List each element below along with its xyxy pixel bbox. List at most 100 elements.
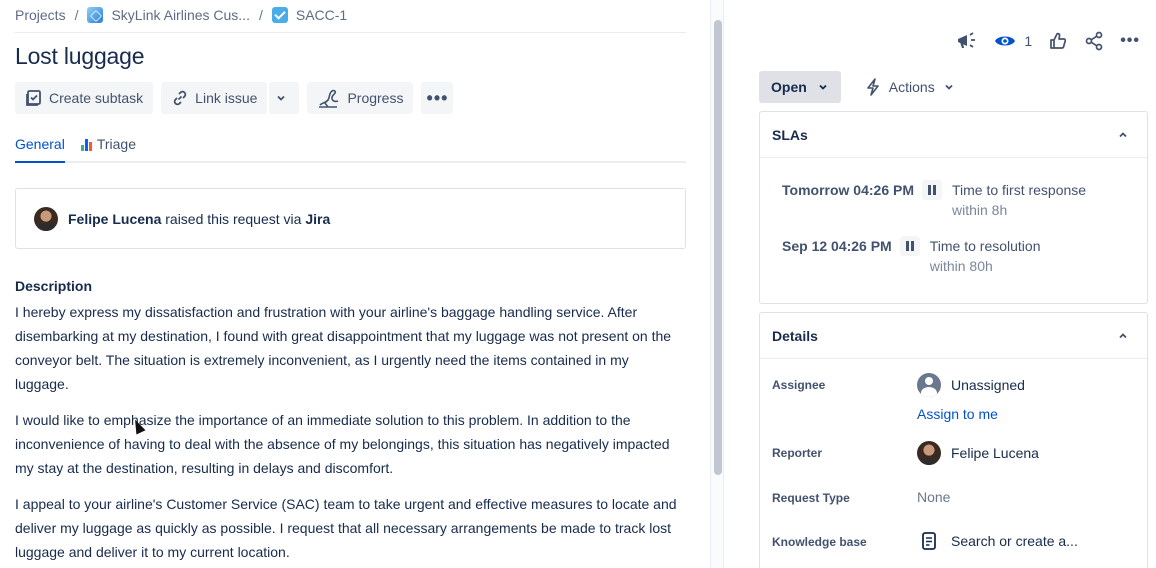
issue-main-panel: Projects / SkyLink Airlines Cus... / SAC… bbox=[0, 0, 710, 568]
sla-item: Tomorrow 04:26 PM Time to first response… bbox=[782, 180, 1086, 220]
page-title[interactable]: Lost luggage bbox=[15, 43, 145, 70]
chevron-down-icon bbox=[819, 84, 827, 90]
status-dropdown[interactable]: Open bbox=[759, 71, 841, 103]
issue-type-icon bbox=[271, 7, 288, 23]
tab-general-label: General bbox=[15, 136, 65, 152]
actions-label: Actions bbox=[888, 79, 935, 95]
reporter-name: Felipe Lucena bbox=[951, 445, 1039, 461]
main-scrollbar[interactable] bbox=[710, 0, 724, 568]
issue-sidebar: 1 ••• Open Actions SLAs Tomorrow 04:26 P… bbox=[724, 0, 1156, 568]
share-button[interactable] bbox=[1084, 31, 1104, 51]
description-heading: Description bbox=[15, 278, 93, 294]
sla-goal: Time to resolution within 80h bbox=[930, 236, 1041, 276]
breadcrumb-divider bbox=[15, 32, 686, 33]
chevron-down-icon bbox=[945, 84, 953, 90]
scrollbar-thumb[interactable] bbox=[714, 20, 722, 475]
status-row: Open Actions bbox=[759, 71, 967, 103]
breadcrumb-issue-key[interactable]: SACC-1 bbox=[296, 7, 347, 23]
chevron-up-icon bbox=[1119, 131, 1127, 137]
announce-button[interactable] bbox=[956, 31, 978, 51]
eye-icon bbox=[995, 36, 1016, 46]
breadcrumb-projects[interactable]: Projects bbox=[15, 7, 66, 23]
progress-label: Progress bbox=[347, 90, 404, 106]
request-channel: Jira bbox=[305, 210, 331, 227]
assignee-value[interactable]: Unassigned bbox=[917, 373, 1025, 397]
request-type-label: Request Type bbox=[772, 491, 850, 505]
bar-chart-icon bbox=[80, 139, 92, 151]
lightning-icon bbox=[866, 78, 879, 96]
assignee-name: Unassigned bbox=[951, 377, 1025, 393]
sla-goal-name: Time to resolution bbox=[929, 238, 1041, 254]
tab-general[interactable]: General bbox=[15, 136, 65, 163]
link-icon bbox=[173, 90, 187, 106]
description-paragraph: I appeal to your airline's Customer Serv… bbox=[15, 496, 677, 560]
pause-icon bbox=[922, 180, 942, 200]
breadcrumb-separator: / bbox=[74, 7, 79, 23]
assign-to-me-link[interactable]: Assign to me bbox=[917, 406, 998, 422]
breadcrumb-separator: / bbox=[258, 7, 263, 23]
unassigned-avatar-icon bbox=[917, 373, 941, 397]
tab-triage[interactable]: Triage bbox=[80, 136, 136, 163]
watchers-count: 1 bbox=[1024, 33, 1033, 49]
watch-button[interactable]: 1 bbox=[994, 33, 1032, 49]
more-options-button[interactable]: ••• bbox=[1120, 32, 1140, 50]
megaphone-icon bbox=[958, 32, 976, 48]
actions-dropdown[interactable]: Actions bbox=[853, 71, 967, 103]
sla-goal-name: Time to first response bbox=[952, 182, 1087, 198]
thumbs-up-icon bbox=[1050, 32, 1067, 49]
sla-time: Sep 12 04:26 PM bbox=[782, 238, 892, 254]
project-icon bbox=[87, 7, 104, 23]
collapse-details-button[interactable] bbox=[1111, 324, 1135, 348]
assignee-label: Assignee bbox=[772, 378, 826, 392]
request-origin-card: Felipe Lucena raised this request via Ji… bbox=[15, 188, 686, 249]
reporter-value[interactable]: Felipe Lucena bbox=[917, 441, 1039, 465]
more-icon: ••• bbox=[426, 87, 449, 108]
sla-time: Tomorrow 04:26 PM bbox=[782, 182, 914, 198]
link-issue-label: Link issue bbox=[195, 90, 258, 106]
reporter-label: Reporter bbox=[772, 446, 823, 460]
collapse-slas-button[interactable] bbox=[1111, 123, 1135, 147]
breadcrumb: Projects / SkyLink Airlines Cus... / SAC… bbox=[15, 7, 347, 23]
breadcrumb-project[interactable]: SkyLink Airlines Cus... bbox=[111, 7, 250, 23]
subtask-icon bbox=[26, 90, 41, 106]
knowledge-base-label: Knowledge base bbox=[772, 535, 867, 549]
issue-tabs: General Triage bbox=[15, 136, 686, 163]
share-icon bbox=[1085, 31, 1103, 51]
avatar bbox=[917, 441, 941, 465]
slas-header[interactable]: SLAs bbox=[760, 112, 1147, 158]
request-type-value[interactable]: None bbox=[917, 489, 950, 505]
description-paragraph: I hereby express my dissatisfaction and … bbox=[15, 304, 672, 392]
link-issue-dropdown-button[interactable] bbox=[269, 82, 300, 114]
pause-icon bbox=[899, 236, 920, 256]
create-subtask-label: Create subtask bbox=[49, 90, 144, 106]
progress-icon bbox=[319, 89, 339, 108]
details-panel: Details Assignee Unassigned Assign to me… bbox=[759, 312, 1148, 568]
description-paragraph: I would like to emphasize the importance… bbox=[15, 412, 670, 476]
slas-title: SLAs bbox=[772, 126, 808, 143]
chevron-down-icon bbox=[277, 95, 286, 101]
vote-button[interactable] bbox=[1048, 31, 1068, 51]
more-icon: ••• bbox=[1120, 32, 1140, 49]
details-title: Details bbox=[772, 327, 818, 344]
avatar[interactable] bbox=[34, 206, 58, 231]
link-issue-button[interactable]: Link issue bbox=[161, 82, 268, 114]
knowledge-base-value[interactable]: Search or create a... bbox=[917, 531, 1078, 551]
link-issue-split-button: Link issue bbox=[161, 82, 300, 114]
sla-item: Sep 12 04:26 PM Time to resolution withi… bbox=[782, 236, 1040, 276]
create-subtask-button[interactable]: Create subtask bbox=[15, 82, 154, 114]
progress-button[interactable]: Progress bbox=[307, 82, 414, 114]
chevron-up-icon bbox=[1119, 332, 1127, 338]
issue-toolbar: Create subtask Link issue Progress ••• bbox=[15, 82, 454, 114]
description-body[interactable]: I hereby express my dissatisfaction and … bbox=[15, 300, 685, 568]
sla-goal-within: within 8h bbox=[952, 202, 1008, 218]
request-origin-text: raised this request via bbox=[165, 210, 302, 227]
slas-panel: SLAs Tomorrow 04:26 PM Time to first res… bbox=[759, 111, 1148, 304]
more-actions-button[interactable]: ••• bbox=[421, 82, 454, 114]
document-icon bbox=[922, 532, 936, 550]
tab-triage-label: Triage bbox=[96, 136, 136, 152]
status-label: Open bbox=[771, 79, 807, 95]
details-header[interactable]: Details bbox=[760, 313, 1147, 359]
knowledge-base-text: Search or create a... bbox=[951, 533, 1078, 549]
reporter-name[interactable]: Felipe Lucena bbox=[68, 211, 161, 227]
sla-goal-within: within 80h bbox=[929, 258, 993, 274]
